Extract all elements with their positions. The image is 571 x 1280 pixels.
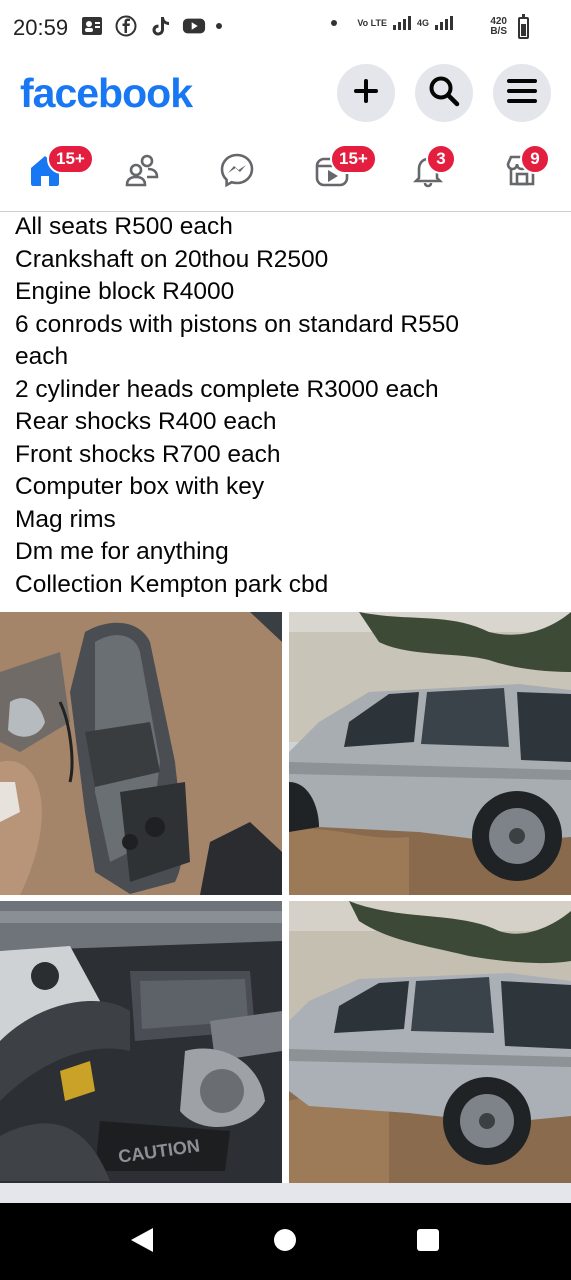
post-photo-engine[interactable]: CAUTION [0,901,282,1183]
tiktok-icon [148,14,172,38]
facebook-logo[interactable]: facebook [20,70,193,117]
video-badge: 15+ [330,144,377,174]
facebook-notif-icon [114,14,138,38]
post-line: Front shocks R700 each [15,440,281,468]
signal-2-icon [435,16,453,30]
post-photo-gearbox[interactable] [0,612,282,895]
tab-friends[interactable] [114,150,170,194]
post-line: Computer box with key [15,473,265,500]
home-badge: 15+ [47,144,94,174]
post-photo-suv-2[interactable] [289,901,571,1183]
create-button[interactable] [337,64,395,122]
home-nav-button[interactable] [270,1227,300,1257]
post-line: Engine block R4000 [15,278,235,305]
main-nav: 15+ 15+ 3 9 [0,130,571,212]
search-button[interactable] [415,64,473,122]
youtube-icon [182,14,206,38]
tab-video[interactable]: 15+ [304,144,377,194]
post-line: Dm me for anything [15,538,229,565]
network-speed: 420 B/S [490,16,507,37]
tab-notifications[interactable]: 3 [400,144,456,194]
home-circle-icon [272,1227,298,1258]
post-line: Rear shocks R400 each [15,408,277,435]
status-system-icons: Vo LTE 4G [331,16,453,30]
messenger-icon [219,152,255,193]
app-header: facebook [0,58,571,130]
status-bar: 20:59 Vo LTE 4G 420 B/S [0,0,571,58]
feed-separator [0,1183,571,1203]
battery-icon [518,14,529,39]
post-line: All seats R500 each [15,213,233,240]
back-button[interactable] [127,1227,157,1257]
notifications-badge: 3 [426,144,456,174]
contact-card-icon [80,14,104,38]
tab-messenger[interactable] [209,150,265,194]
post-line: 2 cylinder heads complete R3000 each [15,375,439,403]
post-body: All seats R500 each Crankshaft on 20thou… [15,211,560,601]
post-line: Crankshaft on 20thou R2500 [15,245,329,273]
tab-marketplace[interactable]: 9 [494,144,550,194]
friends-icon [124,152,160,193]
menu-icon [506,76,538,111]
search-icon [428,75,460,112]
more-notifications-dot [216,23,222,29]
status-dot [331,20,338,26]
status-notification-icons [80,14,222,38]
status-time: 20:59 [13,15,69,40]
network-type: 4G [416,17,429,28]
back-icon [129,1226,155,1259]
marketplace-badge: 9 [520,144,550,174]
signal-1-icon [392,16,411,30]
post-line: 6 conrods with pistons on standard R550 [15,310,459,338]
post-line: each [15,343,69,370]
volte-indicator: Vo LTE [357,17,387,28]
plus-icon [351,76,381,111]
post-line: Mag rims [15,505,116,533]
post-line: Collection Kempton park cbd [15,570,329,598]
menu-button[interactable] [493,64,551,122]
android-nav-bar [0,1203,571,1280]
tab-home[interactable]: 15+ [17,144,94,194]
recents-button[interactable] [413,1227,443,1257]
post-photo-suv[interactable] [289,612,571,895]
recents-icon [415,1227,441,1258]
